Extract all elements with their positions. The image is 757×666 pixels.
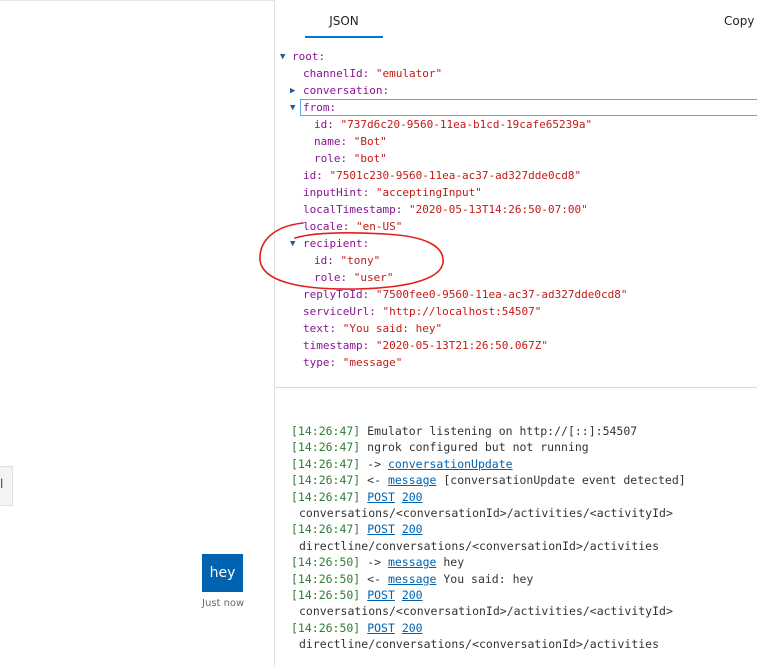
- log-row: [14:26:47] <- message [conversationUpdat…: [291, 472, 757, 488]
- log-row: [14:26:47] -> conversationUpdate: [291, 456, 757, 472]
- tree-node-from-role[interactable]: role: "bot": [314, 150, 387, 167]
- log-row: conversations/<conversationId>/activitie…: [291, 603, 757, 619]
- user-message-bubble[interactable]: hey: [202, 554, 243, 592]
- tree-node-type[interactable]: type: "message": [303, 354, 402, 371]
- log-text: directline/conversations/<conversationId…: [299, 538, 660, 553]
- log-text: ngrok configured but not running: [360, 440, 589, 455]
- log-link[interactable]: POST: [367, 522, 395, 536]
- log-row: directline/conversations/<conversationId…: [291, 636, 757, 652]
- log-text: conversations/<conversationId>/activitie…: [299, 505, 673, 520]
- log-text: conversations/<conversationId>/activitie…: [299, 604, 673, 619]
- log-row: [14:26:47] ngrok configured but not runn…: [291, 439, 757, 455]
- collapse-arrow-icon[interactable]: ▶: [290, 86, 295, 96]
- tree-node-id[interactable]: id: "7501c230-9560-11ea-ac37-ad327dde0cd…: [303, 167, 581, 184]
- log-text: ->: [360, 555, 388, 570]
- log-text: ->: [360, 456, 388, 471]
- log-link[interactable]: POST: [367, 490, 395, 504]
- log-row: [14:26:50] -> message hey: [291, 554, 757, 570]
- selected-node-outline: [300, 99, 757, 116]
- user-message-text: hey: [209, 565, 236, 581]
- tree-node-from[interactable]: from:: [303, 99, 336, 116]
- expand-icon[interactable]: ▼: [290, 103, 295, 113]
- log-timestamp: [14:26:47]: [291, 489, 361, 504]
- tree-node-inputHint[interactable]: inputHint: "acceptingInput": [303, 184, 482, 201]
- horizontal-splitter[interactable]: [275, 387, 757, 388]
- inspector-panel: JSON Copy j ▼ root: channelId: "emulator…: [275, 0, 757, 387]
- log-row: [14:26:47] POST 200: [291, 521, 757, 537]
- log-link[interactable]: POST: [367, 621, 395, 635]
- log-text: <-: [360, 473, 388, 488]
- message-timestamp: Just now: [202, 598, 245, 609]
- log-row: [14:26:47] POST 200: [291, 489, 757, 505]
- log-timestamp: [14:26:47]: [291, 522, 361, 537]
- log-row: directline/conversations/<conversationId…: [291, 538, 757, 554]
- log-timestamp: [14:26:47]: [291, 456, 361, 471]
- tree-node-root[interactable]: root:: [292, 48, 325, 65]
- expand-icon[interactable]: ▼: [280, 52, 285, 62]
- tree-node-localTimestamp[interactable]: localTimestamp: "2020-05-13T14:26:50-07:…: [303, 201, 588, 218]
- log-timestamp: [14:26:50]: [291, 620, 361, 635]
- suggested-action-label: l: [0, 477, 4, 491]
- tree-node-timestamp[interactable]: timestamp: "2020-05-13T21:26:50.067Z": [303, 337, 548, 354]
- log-link[interactable]: conversationUpdate: [388, 457, 513, 471]
- log-row: [14:26:50] POST 200: [291, 620, 757, 636]
- log-timestamp: [14:26:47]: [291, 440, 361, 455]
- copy-json-button[interactable]: Copy j: [724, 14, 757, 28]
- tab-json[interactable]: JSON: [305, 12, 383, 38]
- log-text: You said: hey: [436, 571, 534, 586]
- log-timestamp: [14:26:47]: [291, 473, 361, 488]
- log-row: [14:26:50] <- message You said: hey: [291, 571, 757, 587]
- log-status-link[interactable]: 200: [402, 621, 423, 635]
- log-timestamp: [14:26:47]: [291, 424, 361, 438]
- tree-node-from-id[interactable]: id: "737d6c20-9560-11ea-b1cd-19cafe65239…: [314, 116, 592, 133]
- tree-node-conversation[interactable]: conversation:: [303, 82, 389, 99]
- log-panel: [14:26:47] Emulator listening on http://…: [291, 423, 757, 652]
- log-link[interactable]: POST: [367, 588, 395, 602]
- tree-node-serviceUrl[interactable]: serviceUrl: "http://localhost:54507": [303, 303, 541, 320]
- log-timestamp: [14:26:50]: [291, 571, 361, 586]
- log-timestamp: [14:26:50]: [291, 555, 361, 570]
- log-text: hey: [436, 555, 465, 570]
- log-link[interactable]: message: [388, 572, 436, 586]
- log-text: directline/conversations/<conversationId…: [299, 637, 660, 652]
- log-text: <-: [360, 571, 388, 586]
- log-timestamp: [14:26:50]: [291, 587, 361, 602]
- log-status-link[interactable]: 200: [402, 490, 423, 504]
- log-link[interactable]: message: [388, 473, 436, 487]
- tree-node-from-name[interactable]: name: "Bot": [314, 133, 387, 150]
- log-text: Emulator listening on http://[::]:54507: [360, 424, 638, 438]
- tree-node-text[interactable]: text: "You said: hey": [303, 320, 442, 337]
- log-status-link[interactable]: 200: [402, 522, 423, 536]
- log-status-link[interactable]: 200: [402, 588, 423, 602]
- log-row: conversations/<conversationId>/activitie…: [291, 505, 757, 521]
- red-annotation-circle: [259, 222, 444, 290]
- tree-node-channelId[interactable]: channelId: "emulator": [303, 65, 442, 82]
- log-text: [conversationUpdate event detected]: [436, 473, 686, 488]
- log-row: [14:26:50] POST 200: [291, 587, 757, 603]
- log-link[interactable]: message: [388, 555, 436, 569]
- log-row: [14:26:47] Emulator listening on http://…: [291, 423, 757, 439]
